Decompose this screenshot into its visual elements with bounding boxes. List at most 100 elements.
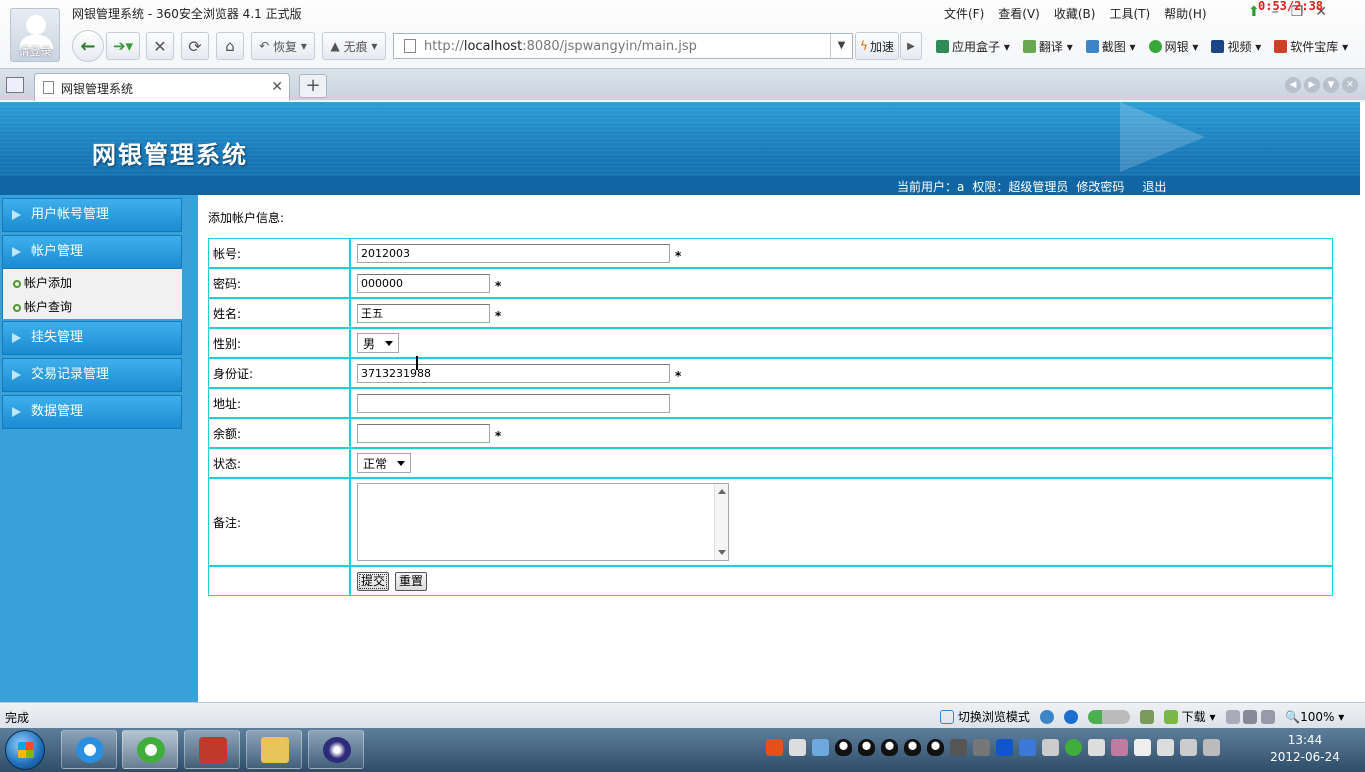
screenshot-icon <box>1085 40 1099 53</box>
taskbar-clock[interactable]: 13:44 2012-06-24 <box>1265 732 1345 766</box>
mode-switch-button[interactable]: 切换浏览模式 <box>940 708 1030 725</box>
scroll-up-icon[interactable] <box>718 489 726 494</box>
tray-network-status-icon[interactable] <box>1180 739 1197 756</box>
tab-list-icon[interactable]: ▼ <box>1323 77 1339 93</box>
forward-button[interactable]: ➔▾ <box>106 32 140 60</box>
menu-tools[interactable]: 工具(T) <box>1109 5 1150 22</box>
volume-icon[interactable] <box>1203 739 1220 756</box>
tab-controls: ◀ ▶ ▼ ✕ <box>1285 77 1358 93</box>
id-card-input[interactable]: 3713231988 <box>357 363 670 383</box>
restore-button[interactable]: ↶ 恢复 ▾ <box>251 32 315 60</box>
toggle-switch[interactable] <box>1087 709 1130 724</box>
taskbar-explorer[interactable] <box>246 730 302 769</box>
address-bar[interactable]: http://localhost:8080/jspwangyin/main.js… <box>393 33 853 59</box>
tool-icons[interactable] <box>1225 709 1276 724</box>
home-button[interactable]: ⌂ <box>216 32 244 60</box>
qq-icon[interactable] <box>904 739 921 756</box>
user-avatar[interactable]: 请登录 <box>10 8 60 62</box>
textarea-scrollbar[interactable] <box>714 484 728 560</box>
window-icon <box>940 710 954 724</box>
plugin-translate[interactable]: 翻译 ▾ <box>1022 38 1073 55</box>
download-button[interactable]: 下载 ▾ <box>1163 708 1216 725</box>
start-button[interactable] <box>5 730 45 770</box>
go-button[interactable]: ▶ <box>900 32 922 60</box>
tray-note-icon[interactable] <box>1042 739 1059 756</box>
tab-main[interactable]: 网银管理系统 ✕ <box>34 73 290 101</box>
sidebar-item-data[interactable]: 数据管理 <box>2 395 182 429</box>
qq-icon[interactable] <box>835 739 852 756</box>
sidebar-item-user-accounts[interactable]: 用户帐号管理 <box>2 198 182 232</box>
user-info: 当前用户：a 权限：超级管理员 修改密码 退出 <box>897 178 1166 195</box>
monitor-icon[interactable] <box>1139 709 1154 724</box>
address-dropdown-icon[interactable]: ▼ <box>830 34 852 58</box>
plugin-software[interactable]: 软件宝库 ▾ <box>1274 38 1348 55</box>
download-icon <box>1163 710 1178 724</box>
tab-close-all-icon[interactable]: ✕ <box>1342 77 1358 93</box>
sogou-ime-icon[interactable] <box>766 739 783 756</box>
password-input[interactable]: 000000 <box>357 273 490 293</box>
address-url[interactable]: http://localhost:8080/jspwangyin/main.js… <box>424 39 697 54</box>
change-password-link[interactable]: 修改密码 <box>1076 178 1124 195</box>
speed-button[interactable]: ϟ 加速 <box>855 32 899 60</box>
plugin-video[interactable]: 视频 ▾ <box>1211 38 1261 55</box>
submenu-add-account[interactable]: 帐户添加 <box>13 274 72 291</box>
tray-rocket-icon[interactable] <box>1111 739 1128 756</box>
taskbar-eclipse[interactable] <box>308 730 364 769</box>
menu-file[interactable]: 文件(F) <box>944 5 984 22</box>
back-button[interactable]: ← <box>72 30 104 62</box>
tray-network-icon[interactable] <box>812 739 829 756</box>
new-tab-button[interactable]: + <box>299 74 327 98</box>
menu-view[interactable]: 查看(V) <box>998 5 1040 22</box>
plugin-screenshot[interactable]: 截图 ▾ <box>1085 38 1136 55</box>
remarks-textarea[interactable] <box>357 483 729 561</box>
tray-device-icon[interactable] <box>1088 739 1105 756</box>
incognito-button[interactable]: ▲ 无痕 ▾ <box>322 32 386 60</box>
taskbar-ie[interactable] <box>61 730 117 769</box>
refresh-button[interactable]: ⟳ <box>181 32 209 60</box>
menu-favorites[interactable]: 收藏(B) <box>1054 5 1096 22</box>
stop-button[interactable]: ✕ <box>146 32 174 60</box>
menu-help[interactable]: 帮助(H) <box>1164 5 1206 22</box>
tray-settings-icon[interactable] <box>973 739 990 756</box>
close-tab-icon[interactable]: ✕ <box>271 79 283 95</box>
tab-next-icon[interactable]: ▶ <box>1304 77 1320 93</box>
flag-icon[interactable] <box>1134 739 1151 756</box>
ie-mode-icon[interactable] <box>1039 709 1054 724</box>
plugin-bank[interactable]: 网银 ▾ <box>1148 38 1198 55</box>
address-input[interactable] <box>357 393 670 413</box>
balance-input[interactable] <box>357 423 490 443</box>
tab-prev-icon[interactable]: ◀ <box>1285 77 1301 93</box>
main-content: 添加帐户信息: 帐号: 2012003 * 密码: 000000 * 姓名: 王五 *… <box>198 195 1360 702</box>
plugin-app-box[interactable]: 应用盒子 ▾ <box>936 38 1010 55</box>
security-icon[interactable] <box>1063 709 1078 724</box>
taskbar-360-browser[interactable] <box>122 730 178 769</box>
submenu-query-account[interactable]: 帐户查询 <box>13 298 72 315</box>
gender-select[interactable]: 男 <box>357 333 400 353</box>
sidebar-item-accounts[interactable]: 帐户管理 <box>2 235 182 269</box>
qq-icon[interactable] <box>881 739 898 756</box>
reset-button[interactable]: 重置 <box>395 571 428 591</box>
qq-icon[interactable] <box>927 739 944 756</box>
tray-tool-icon[interactable] <box>950 739 967 756</box>
sidebar-item-transactions[interactable]: 交易记录管理 <box>2 358 182 392</box>
required-mark: * <box>495 309 502 323</box>
scroll-down-icon[interactable] <box>718 550 726 555</box>
field-label: 身份证: <box>209 359 351 387</box>
qq-icon[interactable] <box>858 739 875 756</box>
shield-icon[interactable] <box>1019 739 1036 756</box>
account-submenu: 帐户添加 帐户查询 <box>2 269 182 319</box>
sidebar-toggle-icon[interactable] <box>6 77 24 93</box>
logout-link[interactable]: 退出 <box>1142 178 1166 195</box>
taskbar-toolbox[interactable] <box>184 730 240 769</box>
status-select[interactable]: 正常 <box>357 453 412 473</box>
submit-button[interactable]: 提交 <box>357 571 390 591</box>
zoom-control[interactable]: 🔍100% ▾ <box>1285 710 1344 724</box>
account-number-input[interactable]: 2012003 <box>357 243 670 263</box>
sidebar-item-loss-report[interactable]: 挂失管理 <box>2 321 182 355</box>
tray-app-icon[interactable] <box>789 739 806 756</box>
tray-update-icon[interactable] <box>1065 739 1082 756</box>
name-input[interactable]: 王五 <box>357 303 490 323</box>
field-label: 状态: <box>209 449 351 477</box>
tray-usb-icon[interactable] <box>1157 739 1174 756</box>
tray-security-icon[interactable] <box>996 739 1013 756</box>
